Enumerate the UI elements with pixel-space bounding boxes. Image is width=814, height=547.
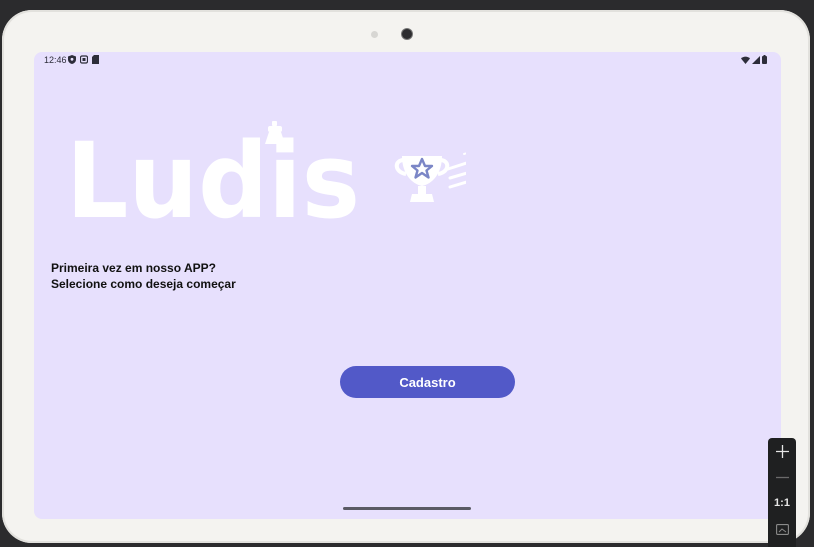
status-right-icons	[741, 55, 767, 64]
zoom-out-button[interactable]	[768, 464, 796, 490]
wifi-icon	[741, 56, 750, 64]
intro-text: Primeira vez em nosso APP? Selecione com…	[51, 260, 236, 292]
gesture-home-bar[interactable]	[343, 507, 471, 510]
front-camera-icon	[402, 29, 412, 39]
signal-icon	[752, 55, 760, 64]
sd-card-icon	[92, 55, 99, 64]
app-screen: 12:46 Ludis Primeira vez em nosso APP? S…	[34, 52, 781, 519]
fit-screen-icon	[775, 523, 789, 535]
logo-wordmark: Ludis	[66, 120, 360, 224]
zoom-in-button[interactable]	[768, 438, 796, 464]
emulator-zoom-panel: 1:1	[768, 438, 796, 547]
zoom-fit-button[interactable]	[768, 516, 796, 542]
intro-line-1: Primeira vez em nosso APP?	[51, 261, 216, 275]
intro-line-2: Selecione como deseja começar	[51, 277, 236, 291]
battery-icon	[762, 55, 767, 64]
status-bar: 12:46	[34, 52, 781, 68]
notification-icon	[80, 55, 88, 64]
status-left-icons	[68, 55, 99, 64]
minus-icon	[775, 476, 789, 478]
ludis-logo: Ludis	[66, 120, 466, 224]
light-sensor	[371, 31, 378, 38]
plus-icon	[775, 444, 789, 458]
tablet-frame: 12:46 Ludis Primeira vez em nosso APP? S…	[2, 10, 810, 543]
signup-button[interactable]: Cadastro	[340, 366, 515, 398]
status-time: 12:46	[44, 55, 67, 65]
shield-icon	[68, 55, 76, 64]
zoom-actual-size-button[interactable]: 1:1	[768, 490, 796, 516]
